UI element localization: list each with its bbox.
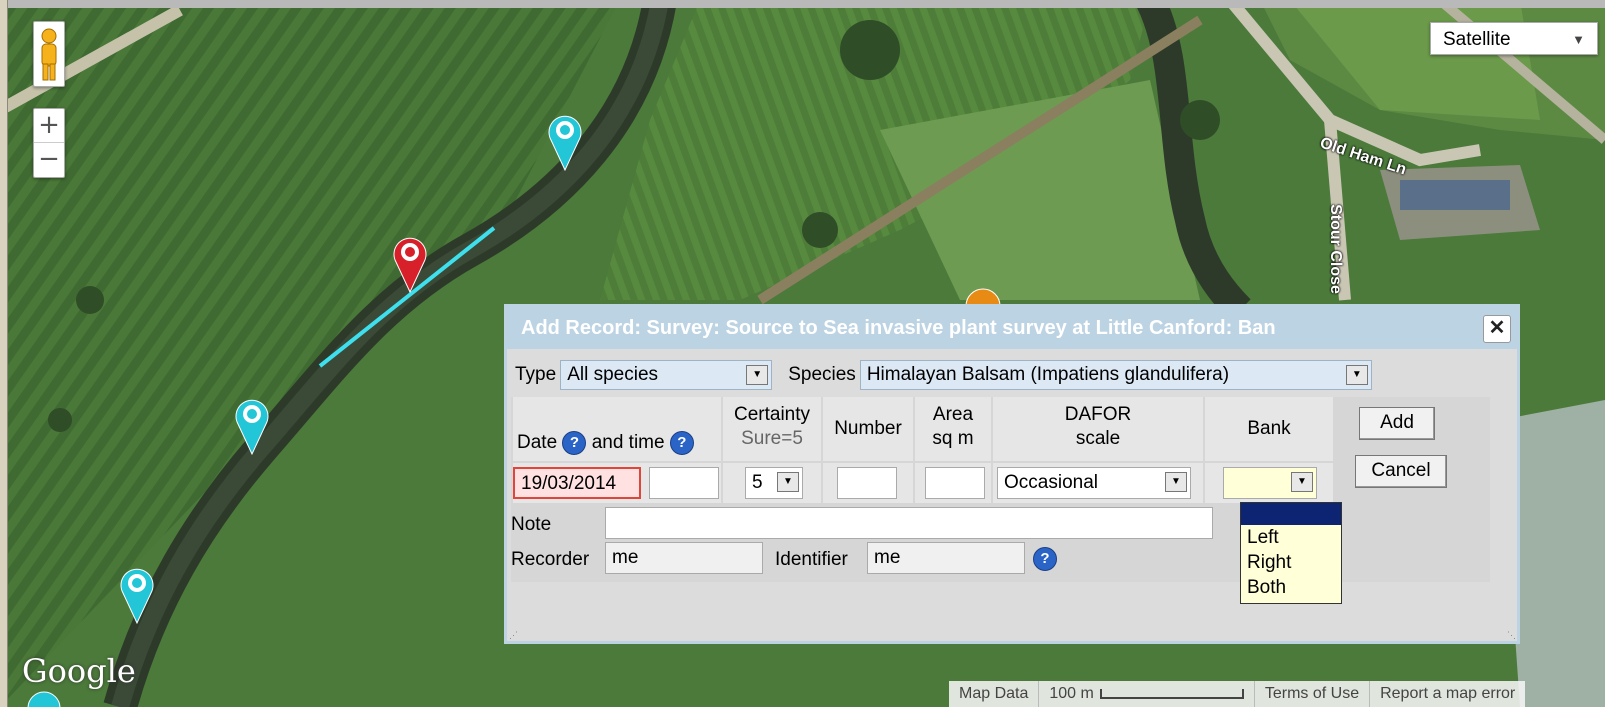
recorder-label: Recorder	[511, 549, 590, 570]
zoom-out-button[interactable]: −	[34, 143, 64, 176]
time-input[interactable]	[649, 467, 719, 499]
pegman-icon	[41, 28, 57, 81]
dialog-title[interactable]: Add Record: Survey: Source to Sea invasi…	[507, 307, 1517, 349]
bank-option-right[interactable]: Right	[1241, 550, 1341, 575]
bank-dropdown-list: Left Right Both	[1240, 502, 1342, 604]
report-map-error-link[interactable]: Report a map error	[1369, 681, 1525, 707]
identifier-label: Identifier	[775, 549, 848, 570]
date-time-header: Date ? and time ?	[513, 397, 721, 461]
dropdown-arrow-icon: ▼	[777, 472, 799, 492]
number-input[interactable]	[837, 467, 897, 499]
cancel-button[interactable]: Cancel	[1355, 455, 1447, 488]
time-header: and time	[591, 432, 665, 454]
map-scale: 100 m	[1038, 681, 1253, 707]
dafor-header-label: DAFOR	[1064, 404, 1132, 425]
dafor-select[interactable]: Occasional ▼	[997, 467, 1191, 499]
area-header: Area sq m	[915, 397, 991, 461]
type-select[interactable]: All species ▼	[560, 360, 773, 390]
help-icon[interactable]: ?	[1033, 547, 1057, 571]
dropdown-arrow-icon: ▼	[1165, 472, 1187, 492]
bank-option-left[interactable]: Left	[1241, 525, 1341, 550]
certainty-select[interactable]: 5 ▼	[745, 467, 803, 499]
help-icon[interactable]: ?	[669, 431, 694, 455]
dropdown-arrow-icon: ▼	[1572, 32, 1585, 47]
dropdown-arrow-icon: ▼	[746, 365, 769, 385]
bank-option-empty[interactable]	[1241, 503, 1341, 525]
map-type-select[interactable]: Satellite ▼	[1430, 22, 1598, 55]
resize-grip-icon[interactable]: ⋰	[509, 631, 518, 640]
map-type-value: Satellite	[1443, 29, 1511, 50]
type-label: Type	[515, 364, 557, 385]
dropdown-arrow-icon: ▼	[1291, 472, 1313, 492]
certainty-header-sub: Sure=5	[741, 428, 803, 449]
street-view-pegman[interactable]	[33, 21, 65, 87]
species-label: Species	[788, 364, 856, 385]
bank-option-both[interactable]: Both	[1241, 575, 1341, 600]
certainty-value: 5	[752, 472, 763, 493]
bank-select[interactable]: ▼	[1223, 467, 1317, 499]
zoom-in-button[interactable]: +	[34, 109, 64, 143]
area-header-unit: sq m	[932, 428, 974, 449]
dafor-header-sub: scale	[1075, 428, 1121, 449]
google-logo: Google	[22, 652, 136, 690]
map-marker-cyan[interactable]	[232, 396, 272, 456]
map-footer: Map Data 100 m Terms of Use Report a map…	[949, 681, 1526, 707]
bank-header: Bank	[1205, 397, 1333, 461]
species-value: Himalayan Balsam (Impatiens glandulifera…	[866, 364, 1230, 385]
date-input[interactable]: 19/03/2014	[513, 467, 641, 499]
map-marker-cyan[interactable]	[545, 112, 585, 172]
filter-row: Type All species ▼ Species Himalayan Bal…	[511, 357, 1372, 393]
dafor-value: Occasional	[1004, 472, 1098, 493]
dafor-header: DAFOR scale	[993, 397, 1203, 461]
area-input[interactable]	[925, 467, 985, 499]
help-icon[interactable]: ?	[562, 431, 587, 455]
map-data-link[interactable]: Map Data	[949, 681, 1038, 707]
road-label-stour-close: Stour Close	[1326, 204, 1344, 294]
map-marker-cyan[interactable]	[26, 690, 66, 707]
species-select[interactable]: Himalayan Balsam (Impatiens glandulifera…	[859, 360, 1372, 390]
area-header-label: Area	[932, 404, 974, 425]
top-window-strip	[0, 0, 1605, 8]
dropdown-arrow-icon: ▼	[1345, 365, 1368, 385]
number-header: Number	[823, 397, 913, 461]
scale-text: 100 m	[1049, 685, 1094, 702]
resize-grip-icon[interactable]: ⋱	[1507, 631, 1516, 640]
recorder-input[interactable]: me	[605, 542, 763, 574]
identifier-input[interactable]: me	[867, 542, 1025, 574]
terms-of-use-link[interactable]: Terms of Use	[1253, 681, 1369, 707]
add-record-dialog: Add Record: Survey: Source to Sea invasi…	[504, 304, 1520, 644]
certainty-header: Certainty Sure=5	[723, 397, 821, 461]
note-input[interactable]	[605, 507, 1213, 539]
scale-bar	[1099, 688, 1244, 699]
map-marker-orange[interactable]	[963, 286, 1003, 306]
zoom-control: + −	[33, 108, 65, 178]
certainty-header-label: Certainty	[733, 404, 811, 425]
date-header: Date	[517, 432, 558, 454]
left-panel-edge	[0, 0, 8, 707]
type-value: All species	[567, 364, 659, 385]
map-marker-red[interactable]	[390, 234, 430, 294]
close-button[interactable]: ✕	[1483, 315, 1511, 343]
map-marker-cyan[interactable]	[117, 565, 157, 625]
add-button[interactable]: Add	[1359, 407, 1435, 440]
note-label: Note	[511, 514, 552, 535]
